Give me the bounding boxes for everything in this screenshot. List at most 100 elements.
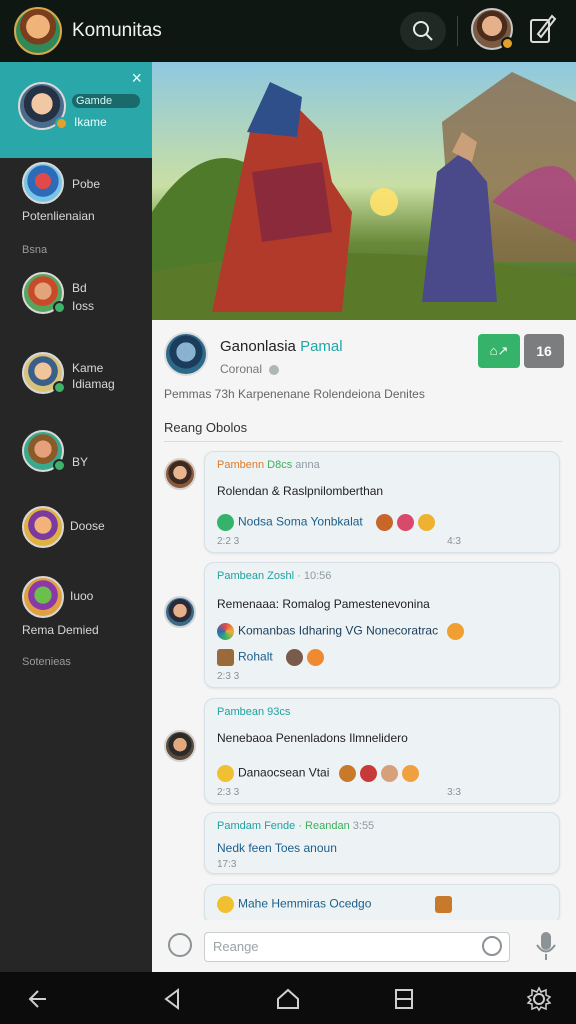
sidebar-item-sublabel: Ioss	[72, 299, 95, 313]
paw-icon	[338, 765, 356, 782]
avatar[interactable]	[164, 596, 196, 628]
section-divider	[164, 441, 562, 442]
app-avatar[interactable]	[14, 7, 62, 55]
avatar	[22, 506, 64, 548]
avatar	[22, 576, 64, 618]
cookie-icon	[380, 765, 398, 782]
settings-icon[interactable]	[526, 986, 552, 1012]
message-card[interactable]: Mahe Hemmiras Ocedgo	[204, 884, 560, 924]
message-line: Komanbas Idharing VG Nonecoratrac	[217, 623, 468, 640]
message-author[interactable]: Pambean 93cs	[217, 706, 290, 718]
profile-name-highlight: Pamal	[300, 338, 343, 355]
member-count-button[interactable]: 16	[524, 334, 564, 368]
sidebar-item-label: Doose	[70, 519, 105, 533]
profile-description: Pemmas 73h Karpenenane Rolendeiona Denit…	[164, 387, 425, 401]
message-time-right: 4:3	[447, 536, 461, 547]
smile-icon[interactable]	[168, 933, 192, 957]
feather-icon	[376, 514, 394, 531]
message-line: Danaocsean Vtai	[217, 765, 423, 782]
message-line-text: Mahe Hemmiras Ocedgo	[238, 896, 372, 911]
avatar	[22, 352, 66, 394]
message-tag: · Reandan	[298, 820, 350, 832]
message-card[interactable]: Pambenn D8cs anna Rolendan & Raslpnilomb…	[204, 451, 560, 553]
message-body: Remenaaa: Romalog Pamestenevonina	[217, 597, 430, 611]
message-time: 17:3	[217, 859, 237, 870]
emoji-button[interactable]	[482, 936, 502, 956]
emoji-icon	[401, 765, 419, 782]
banner-illustration	[152, 72, 576, 320]
sidebar-item-label: BY	[72, 455, 89, 469]
avatar[interactable]	[164, 730, 196, 762]
profile-sub-label: Coronal	[220, 362, 263, 376]
status-dot	[53, 301, 66, 314]
verified-icon	[269, 364, 280, 375]
sidebar-item-label: Pobe	[72, 177, 101, 191]
avatar	[18, 82, 68, 130]
section-title: Reang Obolos	[164, 420, 248, 435]
sidebar-item-sublabel: Rema Demied	[22, 623, 99, 637]
profile-sub: Coronal	[220, 362, 280, 376]
message-meta: anna	[295, 459, 320, 471]
message-header: Pamdam Fende · Reandan 3:55	[217, 820, 374, 832]
sidebar-item-sublabel: Idiamag	[72, 377, 115, 391]
avatar	[22, 272, 66, 314]
message-author[interactable]: Pamdam Fende	[217, 820, 295, 832]
sidebar-section-label: Sotenieas	[22, 656, 71, 668]
leaf-icon	[217, 514, 234, 531]
avatar[interactable]	[164, 458, 196, 490]
system-navbar	[0, 972, 576, 1024]
profile-name-main: Ganonlasia	[220, 338, 296, 355]
message-body: Nedk feen Toes anoun	[217, 841, 337, 855]
search-button[interactable]	[400, 12, 446, 50]
sidebar-item-label: Bd	[72, 281, 87, 295]
message-meta: · 10:56	[297, 570, 332, 582]
message-card[interactable]: Pamdam Fende · Reandan 3:55 Nedk feen To…	[204, 812, 560, 874]
recents-icon[interactable]	[391, 986, 417, 1012]
message-author[interactable]: Pambenn	[217, 459, 264, 471]
profile-avatar[interactable]	[164, 332, 208, 376]
status-dot	[53, 459, 66, 472]
follow-button[interactable]: ⌂↗	[478, 334, 520, 368]
emoji-icon	[217, 896, 234, 913]
message-author[interactable]: Pambean Zoshl	[217, 570, 294, 582]
message-card[interactable]: Pambean Zoshl · 10:56 Remenaaa: Romalog …	[204, 562, 560, 688]
mic-icon[interactable]	[534, 930, 558, 962]
gift-icon	[434, 896, 452, 913]
sidebar-item-active[interactable]: × Gamde Ikame	[0, 62, 152, 158]
hand-icon	[286, 649, 304, 666]
sidebar-item-sublabel: Ikame	[74, 115, 107, 129]
sidebar-item-label: Gamde	[72, 94, 140, 108]
rainbow-icon	[217, 623, 234, 640]
emoji-icon	[307, 649, 325, 666]
status-dot	[501, 37, 514, 50]
top-bar-divider	[457, 16, 458, 46]
sidebar: × Gamde Ikame Pobe Potenlienaian Bsna Bd…	[0, 62, 152, 972]
profile-name: Ganonlasia Pamal	[220, 338, 343, 355]
message-header: Pambenn D8cs anna	[217, 459, 320, 471]
status-dot	[53, 381, 66, 394]
message-line: Rohalt	[217, 649, 328, 666]
message-line: Mahe Hemmiras Ocedgo	[217, 896, 456, 913]
user-avatar[interactable]	[471, 8, 514, 50]
message-line-text: Danaocsean Vtai	[238, 765, 330, 780]
message-line: Nodsa Soma Yonbkalat	[217, 514, 439, 531]
message-card[interactable]: Pambean 93cs Nenebaoa Penenladons Ilmnel…	[204, 698, 560, 804]
sidebar-item-label: Kame	[72, 361, 104, 375]
close-icon[interactable]: ×	[131, 68, 142, 89]
message-input[interactable]: Reange	[204, 932, 510, 962]
message-body: Nenebaoa Penenladons Ilmnelidero	[217, 731, 408, 745]
message-meta: 3:55	[352, 820, 375, 832]
triangle-back-icon[interactable]	[160, 986, 186, 1012]
emoji-icon	[418, 514, 436, 531]
gem-icon	[397, 514, 415, 531]
message-header: Pambean 93cs	[217, 706, 290, 718]
main-content: Ganonlasia Pamal Coronal ⌂↗ 16 Pemmas 73…	[152, 62, 576, 972]
sidebar-section-label: Bsna	[22, 244, 48, 256]
emoji-icon	[217, 765, 234, 782]
edit-icon[interactable]	[528, 10, 558, 46]
home-icon[interactable]	[275, 986, 301, 1012]
back-icon[interactable]	[24, 986, 50, 1012]
top-bar: Komunitas	[0, 0, 576, 62]
message-time-right: 3:3	[447, 787, 461, 798]
message-header: Pambean Zoshl · 10:56	[217, 570, 331, 582]
